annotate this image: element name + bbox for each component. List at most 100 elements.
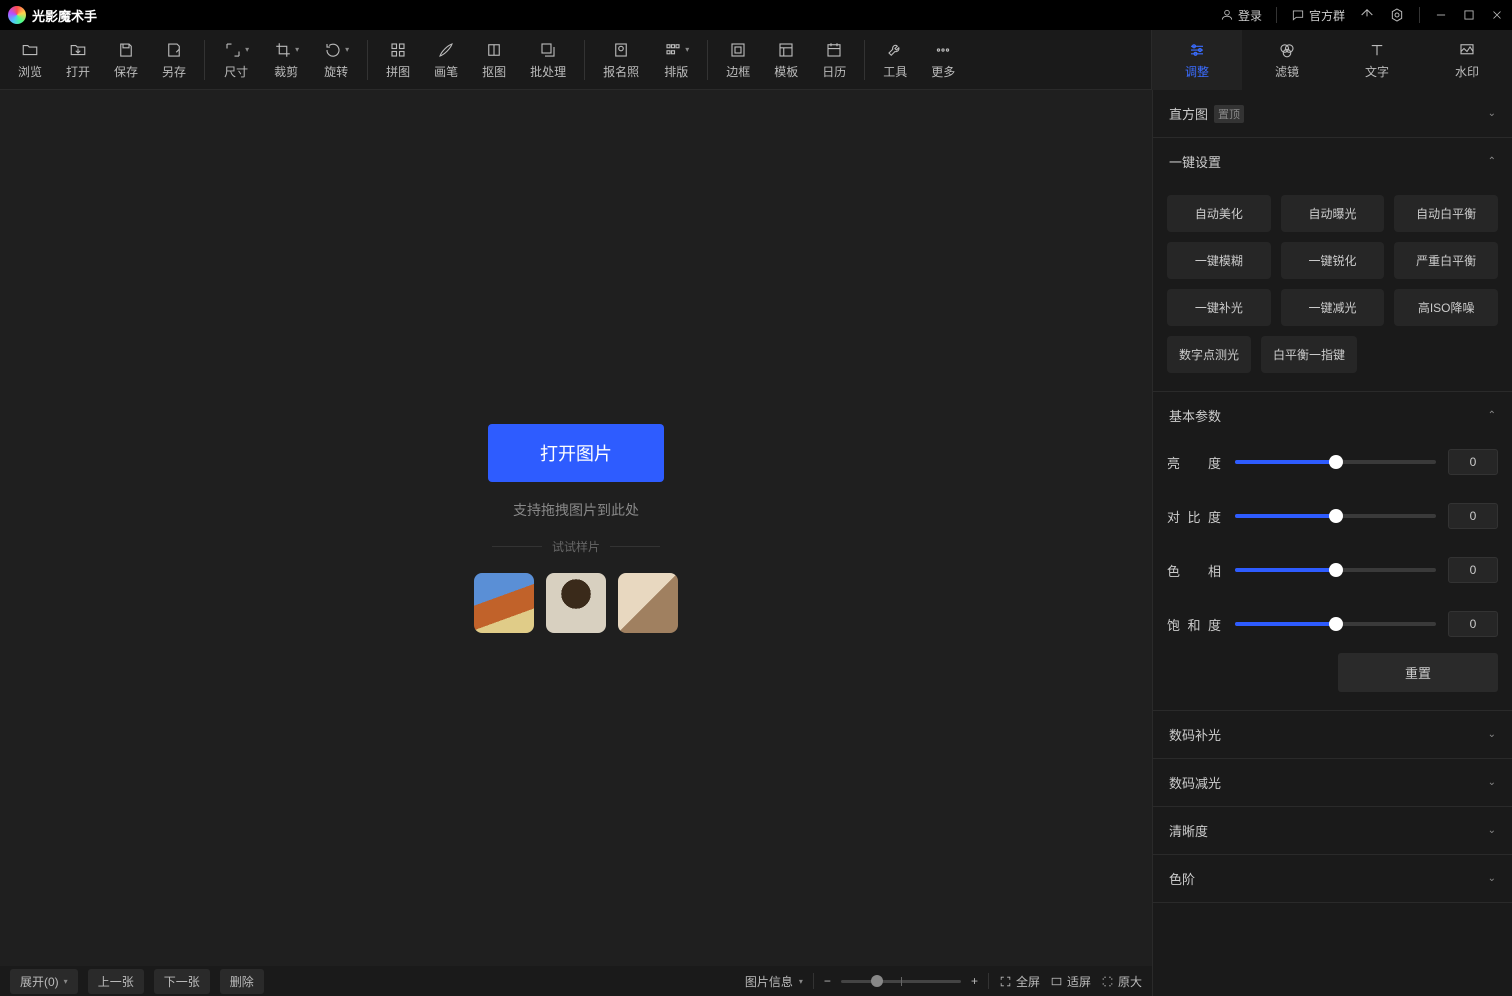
template-button[interactable]: 模板 bbox=[762, 32, 810, 88]
sample-thumb-2[interactable] bbox=[546, 573, 606, 633]
official-group-button[interactable]: 官方群 bbox=[1291, 7, 1345, 24]
preset-spot-meter[interactable]: 数字点测光 bbox=[1167, 336, 1251, 373]
layout-icon bbox=[663, 41, 683, 59]
preset-one-sharpen[interactable]: 一键锐化 bbox=[1281, 242, 1385, 279]
slider-thumb[interactable] bbox=[1329, 617, 1343, 631]
minimize-button[interactable] bbox=[1434, 8, 1448, 22]
section-digital-dim[interactable]: 数码减光⌄ bbox=[1153, 759, 1512, 806]
idphoto-icon bbox=[611, 41, 631, 59]
layout-button[interactable]: ▾排版 bbox=[651, 32, 701, 88]
settings-button[interactable] bbox=[1389, 7, 1405, 23]
zoom-thumb[interactable] bbox=[871, 975, 883, 987]
rotate-button[interactable]: ▾旋转 bbox=[311, 32, 361, 88]
slider-thumb[interactable] bbox=[1329, 509, 1343, 523]
preset-auto-beautify[interactable]: 自动美化 bbox=[1167, 195, 1271, 232]
slider-thumb[interactable] bbox=[1329, 455, 1343, 469]
maximize-button[interactable] bbox=[1462, 8, 1476, 22]
tab-watermark[interactable]: 水印 bbox=[1422, 30, 1512, 90]
open-image-button[interactable]: 打开图片 bbox=[488, 424, 664, 482]
gear-icon bbox=[1389, 7, 1405, 23]
slider-saturation-track[interactable] bbox=[1235, 622, 1436, 626]
next-button[interactable]: 下一张 bbox=[154, 969, 210, 994]
preset-high-iso-nr[interactable]: 高ISO降噪 bbox=[1394, 289, 1498, 326]
puzzle-button[interactable]: 拼图 bbox=[374, 32, 422, 88]
fit-button[interactable]: 适屏 bbox=[1050, 973, 1091, 990]
fullscreen-icon bbox=[999, 975, 1012, 988]
histogram-header[interactable]: 直方图置顶 ⌄ bbox=[1153, 90, 1512, 137]
sliders-icon bbox=[1187, 41, 1207, 59]
folder-icon bbox=[20, 41, 40, 59]
slider-hue-track[interactable] bbox=[1235, 568, 1436, 572]
zoom-in-button[interactable]: + bbox=[971, 974, 978, 988]
image-info-button[interactable]: 图片信息▾ bbox=[745, 973, 803, 990]
actual-size-button[interactable]: 原大 bbox=[1101, 973, 1142, 990]
preset-wb-onekey[interactable]: 白平衡一指键 bbox=[1261, 336, 1357, 373]
save-button[interactable]: 保存 bbox=[102, 32, 150, 88]
expand-button[interactable]: 展开(0)▾ bbox=[10, 969, 78, 994]
open-icon bbox=[68, 41, 88, 59]
chevron-up-icon: ⌃ bbox=[1488, 410, 1496, 421]
slider-contrast-value[interactable] bbox=[1448, 503, 1498, 529]
more-icon bbox=[933, 41, 953, 59]
slider-brightness-track[interactable] bbox=[1235, 460, 1436, 464]
reset-button[interactable]: 重置 bbox=[1338, 653, 1498, 692]
tools-button[interactable]: 工具 bbox=[871, 32, 919, 88]
right-panel: 直方图置顶 ⌄ 一键设置⌃ 自动美化 自动曝光 自动白平衡 一键模糊 一键锐化 … bbox=[1152, 90, 1512, 996]
border-button[interactable]: 边框 bbox=[714, 32, 762, 88]
sample-thumb-1[interactable] bbox=[474, 573, 534, 633]
browse-button[interactable]: 浏览 bbox=[6, 32, 54, 88]
section-levels[interactable]: 色阶⌄ bbox=[1153, 855, 1512, 902]
sample-thumb-3[interactable] bbox=[618, 573, 678, 633]
preset-heavy-whitebalance[interactable]: 严重白平衡 bbox=[1394, 242, 1498, 279]
share-button[interactable] bbox=[1359, 7, 1375, 23]
saveas-button[interactable]: 另存 bbox=[150, 32, 198, 88]
chevron-down-icon: ⌄ bbox=[1488, 729, 1496, 740]
prev-button[interactable]: 上一张 bbox=[88, 969, 144, 994]
tab-adjust[interactable]: 调整 bbox=[1152, 30, 1242, 90]
slider-saturation: 饱和度 bbox=[1167, 611, 1498, 637]
section-clarity[interactable]: 清晰度⌄ bbox=[1153, 807, 1512, 854]
oneclick-header[interactable]: 一键设置⌃ bbox=[1153, 138, 1512, 185]
tab-text[interactable]: 文字 bbox=[1332, 30, 1422, 90]
calendar-button[interactable]: 日历 bbox=[810, 32, 858, 88]
save-icon bbox=[116, 41, 136, 59]
preset-one-blur[interactable]: 一键模糊 bbox=[1167, 242, 1271, 279]
text-icon bbox=[1367, 41, 1387, 59]
slider-contrast-track[interactable] bbox=[1235, 514, 1436, 518]
zoom-out-button[interactable]: − bbox=[824, 974, 831, 988]
close-button[interactable] bbox=[1490, 8, 1504, 22]
app-title: 光影魔术手 bbox=[32, 6, 97, 25]
pin-badge[interactable]: 置顶 bbox=[1214, 105, 1244, 123]
slider-hue-value[interactable] bbox=[1448, 557, 1498, 583]
delete-button[interactable]: 删除 bbox=[220, 969, 264, 994]
slider-contrast: 对比度 bbox=[1167, 503, 1498, 529]
idphoto-button[interactable]: 报名照 bbox=[591, 32, 651, 88]
size-button[interactable]: ▾尺寸 bbox=[211, 32, 261, 88]
preset-one-filllight[interactable]: 一键补光 bbox=[1167, 289, 1271, 326]
open-button[interactable]: 打开 bbox=[54, 32, 102, 88]
zoom-slider[interactable] bbox=[841, 980, 961, 983]
preset-auto-exposure[interactable]: 自动曝光 bbox=[1281, 195, 1385, 232]
slider-saturation-value[interactable] bbox=[1448, 611, 1498, 637]
section-digital-fill[interactable]: 数码补光⌄ bbox=[1153, 711, 1512, 758]
title-bar: 光影魔术手 登录 官方群 bbox=[0, 0, 1512, 30]
crop-button[interactable]: ▾裁剪 bbox=[261, 32, 311, 88]
cutout-button[interactable]: 抠图 bbox=[470, 32, 518, 88]
chevron-up-icon: ⌃ bbox=[1488, 156, 1496, 167]
more-button[interactable]: 更多 bbox=[919, 32, 967, 88]
brush-icon bbox=[436, 41, 456, 59]
slider-brightness-value[interactable] bbox=[1448, 449, 1498, 475]
user-icon bbox=[1220, 8, 1234, 22]
tab-filter[interactable]: 滤镜 bbox=[1242, 30, 1332, 90]
slider-thumb[interactable] bbox=[1329, 563, 1343, 577]
fullscreen-button[interactable]: 全屏 bbox=[999, 973, 1040, 990]
preset-auto-whitebalance[interactable]: 自动白平衡 bbox=[1394, 195, 1498, 232]
login-button[interactable]: 登录 bbox=[1220, 7, 1262, 24]
grid-icon bbox=[388, 41, 408, 59]
basic-header[interactable]: 基本参数⌃ bbox=[1153, 392, 1512, 439]
fit-icon bbox=[1050, 975, 1063, 988]
brush-button[interactable]: 画笔 bbox=[422, 32, 470, 88]
batch-button[interactable]: 批处理 bbox=[518, 32, 578, 88]
app-logo-icon bbox=[8, 6, 26, 24]
preset-one-dim[interactable]: 一键减光 bbox=[1281, 289, 1385, 326]
